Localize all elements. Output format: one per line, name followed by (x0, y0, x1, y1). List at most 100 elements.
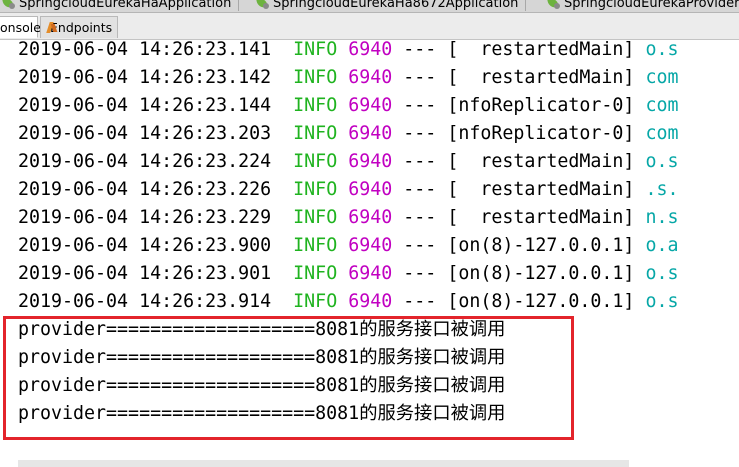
log-separator: --- (403, 95, 437, 116)
log-time: 14:26:23.142 (139, 67, 272, 88)
log-thread: [on(8)-127.0.0.1] (447, 291, 635, 312)
console-sub-tabs: onsole Endpoints (0, 13, 739, 40)
log-time: 14:26:23.900 (139, 235, 272, 256)
log-thread: [nfoReplicator-0] (447, 123, 635, 144)
tab-endpoints-label: Endpoints (50, 20, 113, 35)
log-level: INFO (293, 179, 338, 200)
log-separator: --- (403, 263, 437, 284)
run-tab-eureka-provider[interactable]: SpringcloudEurekaProviderA (541, 0, 739, 12)
log-line: 2019-06-04 14:26:23.144 INFO 6940 --- [n… (18, 94, 678, 118)
log-separator: --- (403, 179, 437, 200)
log-separator: --- (403, 235, 437, 256)
spring-boot-icon (2, 0, 15, 9)
log-pid: 6940 (348, 179, 393, 200)
log-thread: [ restartedMain] (447, 179, 635, 200)
log-date: 2019-06-04 (18, 123, 129, 144)
log-logger: n.s (645, 207, 679, 228)
log-date: 2019-06-04 (18, 263, 129, 284)
log-line: 2019-06-04 14:26:23.226 INFO 6940 --- [ … (18, 178, 678, 202)
run-tab-label: SpringcloudEurekaHaApplication (19, 0, 232, 11)
log-logger: o.a (645, 235, 679, 256)
run-tab-label: SpringcloudEurekaHa8672Application (273, 0, 519, 11)
log-logger: o.s (645, 263, 679, 284)
tab-console[interactable]: onsole (0, 16, 41, 38)
log-thread: [on(8)-127.0.0.1] (447, 235, 635, 256)
log-logger: com (645, 67, 679, 88)
log-logger: o.s (645, 291, 679, 312)
console-output[interactable]: 2019-06-04 14:26:23.141 INFO 6940 --- [ … (0, 40, 739, 467)
log-pid: 6940 (348, 40, 393, 60)
log-pid: 6940 (348, 235, 393, 256)
log-level: INFO (293, 40, 338, 60)
log-logger: .s. (645, 179, 679, 200)
log-date: 2019-06-04 (18, 291, 129, 312)
run-tab-eureka-ha[interactable]: SpringcloudEurekaHaApplication (0, 0, 240, 12)
log-pid: 6940 (348, 67, 393, 88)
log-date: 2019-06-04 (18, 67, 129, 88)
log-logger: com (645, 123, 679, 144)
log-separator: --- (403, 151, 437, 172)
log-time: 14:26:23.141 (139, 40, 272, 60)
log-level: INFO (293, 67, 338, 88)
log-logger: o.s (645, 40, 679, 60)
log-line: 2019-06-04 14:26:23.229 INFO 6940 --- [ … (18, 206, 678, 230)
log-level: INFO (293, 291, 338, 312)
log-level: INFO (293, 123, 338, 144)
log-date: 2019-06-04 (18, 151, 129, 172)
log-thread: [nfoReplicator-0] (447, 95, 635, 116)
log-time: 14:26:23.203 (139, 123, 272, 144)
log-date: 2019-06-04 (18, 207, 129, 228)
log-pid: 6940 (348, 263, 393, 284)
log-thread: [ restartedMain] (447, 151, 635, 172)
log-time: 14:26:23.224 (139, 151, 272, 172)
log-level: INFO (293, 95, 338, 116)
log-level: INFO (293, 235, 338, 256)
horizontal-scrollbar[interactable] (18, 460, 629, 467)
log-separator: --- (403, 123, 437, 144)
tab-console-label: onsole (0, 19, 41, 35)
log-logger: o.s (645, 151, 679, 172)
log-line: 2019-06-04 14:26:23.203 INFO 6940 --- [n… (18, 122, 678, 146)
tab-endpoints[interactable]: Endpoints (40, 16, 118, 38)
log-pid: 6940 (348, 151, 393, 172)
spring-boot-icon (547, 0, 560, 9)
log-line: 2019-06-04 14:26:23.141 INFO 6940 --- [ … (18, 40, 678, 62)
log-time: 14:26:23.226 (139, 179, 272, 200)
log-time: 14:26:23.914 (139, 291, 272, 312)
log-line: 2019-06-04 14:26:23.914 INFO 6940 --- [o… (18, 290, 678, 314)
log-time: 14:26:23.229 (139, 207, 272, 228)
log-pid: 6940 (348, 123, 393, 144)
log-line: 2019-06-04 14:26:23.142 INFO 6940 --- [ … (18, 66, 678, 90)
log-pid: 6940 (348, 291, 393, 312)
log-date: 2019-06-04 (18, 95, 129, 116)
run-tabs-bar: SpringcloudEurekaHaApplication Springclo… (0, 0, 739, 13)
highlight-annotation-box (3, 316, 574, 440)
log-level: INFO (293, 207, 338, 228)
log-separator: --- (403, 67, 437, 88)
log-thread: [ restartedMain] (447, 40, 635, 60)
log-thread: [on(8)-127.0.0.1] (447, 263, 635, 284)
log-time: 14:26:23.901 (139, 263, 272, 284)
tab-divider (525, 0, 527, 11)
spring-boot-icon (256, 0, 269, 9)
log-thread: [ restartedMain] (447, 67, 635, 88)
log-thread: [ restartedMain] (447, 207, 635, 228)
log-separator: --- (403, 207, 437, 228)
log-line: 2019-06-04 14:26:23.224 INFO 6940 --- [ … (18, 150, 678, 174)
log-level: INFO (293, 263, 338, 284)
log-date: 2019-06-04 (18, 40, 129, 60)
run-tab-eureka-ha-8672[interactable]: SpringcloudEurekaHa8672Application (250, 0, 527, 12)
log-separator: --- (403, 291, 437, 312)
log-line: 2019-06-04 14:26:23.901 INFO 6940 --- [o… (18, 262, 678, 286)
log-pid: 6940 (348, 95, 393, 116)
log-level: INFO (293, 151, 338, 172)
log-date: 2019-06-04 (18, 235, 129, 256)
log-line: 2019-06-04 14:26:23.900 INFO 6940 --- [o… (18, 234, 678, 258)
log-time: 14:26:23.144 (139, 95, 272, 116)
log-date: 2019-06-04 (18, 179, 129, 200)
log-separator: --- (403, 40, 437, 60)
run-tab-label: SpringcloudEurekaProviderA (564, 0, 739, 11)
log-logger: com (645, 95, 679, 116)
tab-divider (238, 0, 240, 11)
log-pid: 6940 (348, 207, 393, 228)
